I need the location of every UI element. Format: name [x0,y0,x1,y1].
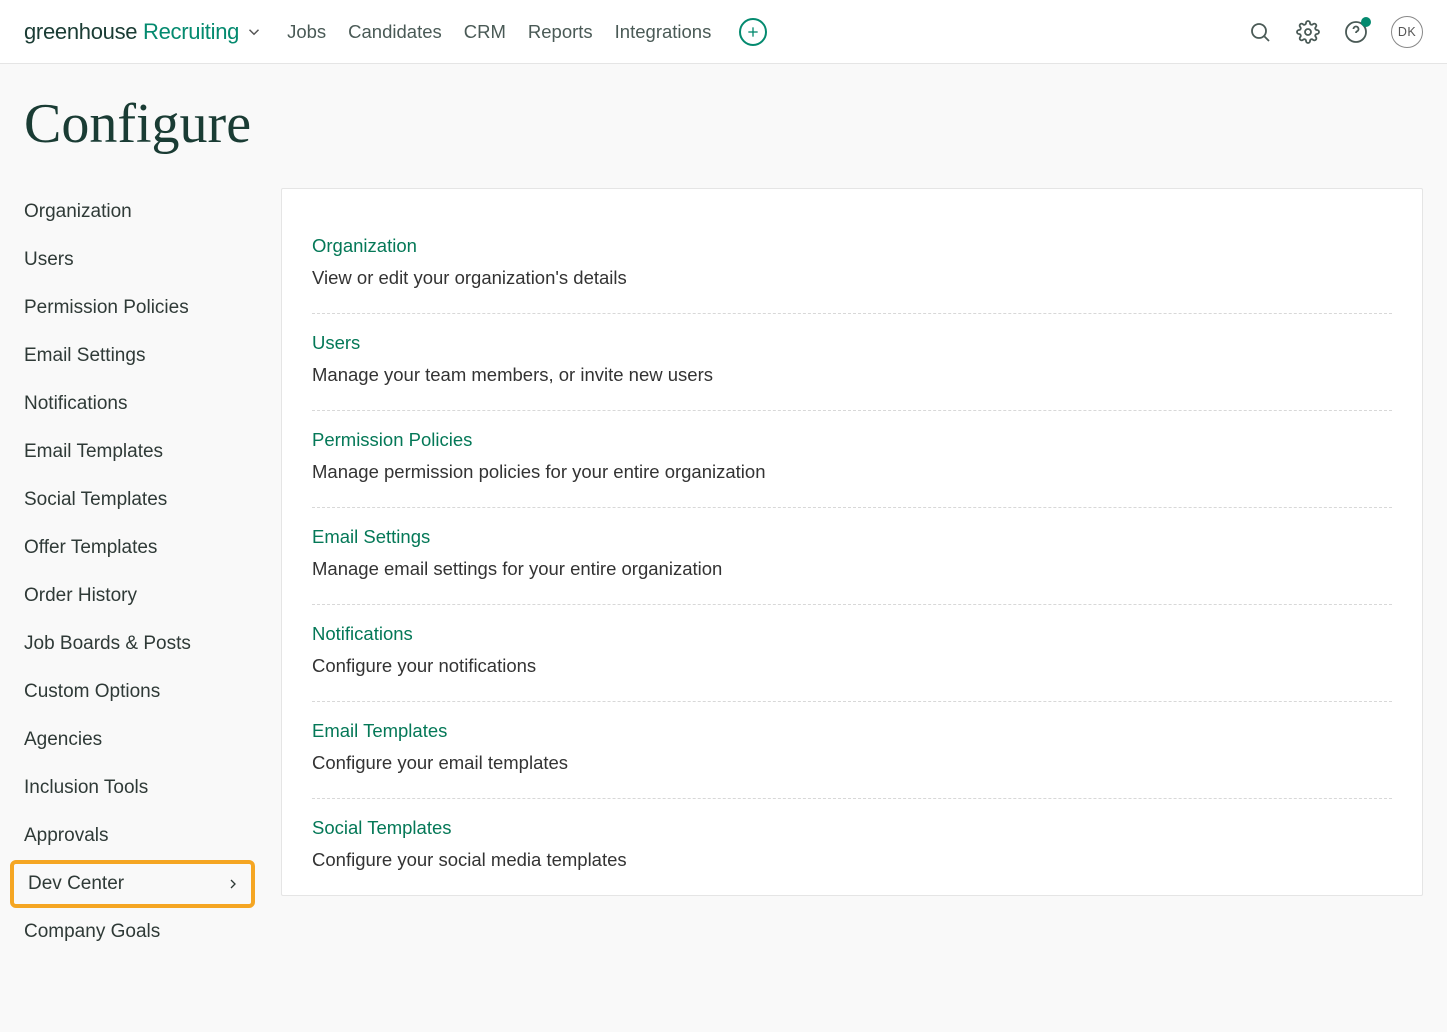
sidebar-item-label: Permission Policies [24,297,189,319]
sidebar-item-label: Social Templates [24,489,167,511]
sidebar-item-label: Company Goals [24,921,160,943]
sidebar-item-dev-center[interactable]: Dev Center [10,860,255,908]
config-row-desc: View or edit your organization's details [312,267,1392,289]
sidebar-item-label: Inclusion Tools [24,777,148,799]
notification-dot [1361,17,1371,27]
config-row-title[interactable]: Users [312,332,1392,354]
sidebar-item-offer-templates[interactable]: Offer Templates [24,524,249,572]
page-body: Configure Organization Users Permission Po… [0,64,1447,1016]
sidebar-item-notifications[interactable]: Notifications [24,380,249,428]
sidebar-item-job-boards-posts[interactable]: Job Boards & Posts [24,620,249,668]
sidebar-item-label: Approvals [24,825,109,847]
sidebar-item-label: Dev Center [28,873,124,895]
sidebar-item-label: Job Boards & Posts [24,633,191,655]
sidebar-item-label: Order History [24,585,137,607]
config-row-social-templates: Social Templates Configure your social me… [312,799,1392,895]
sidebar-item-label: Offer Templates [24,537,157,559]
config-row-title[interactable]: Permission Policies [312,429,1392,451]
sidebar-item-email-templates[interactable]: Email Templates [24,428,249,476]
config-row-desc: Configure your email templates [312,752,1392,774]
brand-switcher[interactable]: greenhouse Recruiting [24,19,263,45]
search-button[interactable] [1247,19,1273,45]
config-row-title[interactable]: Email Templates [312,720,1392,742]
top-nav: greenhouse Recruiting Jobs Candidates CR… [0,0,1447,64]
config-row-desc: Configure your social media templates [312,849,1392,871]
sidebar-item-order-history[interactable]: Order History [24,572,249,620]
config-row-permission-policies: Permission Policies Manage permission pol… [312,411,1392,508]
sidebar-item-label: Users [24,249,74,271]
sidebar: Organization Users Permission Policies Emai… [24,188,249,956]
nav-icons: DK [1247,16,1423,48]
config-row-email-settings: Email Settings Manage email settings for … [312,508,1392,605]
sidebar-item-email-settings[interactable]: Email Settings [24,332,249,380]
config-row-desc: Manage email settings for your entire or… [312,558,1392,580]
sidebar-item-label: Agencies [24,729,102,751]
page-title: Configure [24,92,1423,156]
nav-reports[interactable]: Reports [528,21,593,43]
sidebar-item-agencies[interactable]: Agencies [24,716,249,764]
gear-icon [1296,20,1320,44]
config-row-desc: Manage your team members, or invite new … [312,364,1392,386]
sidebar-item-organization[interactable]: Organization [24,188,249,236]
config-row-email-templates: Email Templates Configure your email temp… [312,702,1392,799]
sidebar-item-approvals[interactable]: Approvals [24,812,249,860]
config-row-organization: Organization View or edit your organizati… [312,217,1392,314]
config-row-desc: Manage permission policies for your enti… [312,461,1392,483]
sidebar-item-inclusion-tools[interactable]: Inclusion Tools [24,764,249,812]
nav-integrations[interactable]: Integrations [615,21,712,43]
sidebar-item-label: Email Templates [24,441,163,463]
plus-icon [745,24,761,40]
chevron-right-icon [225,876,241,892]
sidebar-item-company-goals[interactable]: Company Goals [24,908,249,956]
config-row-title[interactable]: Organization [312,235,1392,257]
brand-greenhouse: greenhouse [24,19,137,44]
avatar[interactable]: DK [1391,16,1423,48]
settings-button[interactable] [1295,19,1321,45]
sidebar-item-custom-options[interactable]: Custom Options [24,668,249,716]
layout: Organization Users Permission Policies Emai… [24,188,1423,956]
brand-logo: greenhouse Recruiting [24,19,239,45]
nav-links: Jobs Candidates CRM Reports Integrations [287,21,711,43]
config-row-notifications: Notifications Configure your notification… [312,605,1392,702]
chevron-down-icon [245,23,263,41]
sidebar-item-social-templates[interactable]: Social Templates [24,476,249,524]
config-row-users: Users Manage your team members, or invite… [312,314,1392,411]
sidebar-item-label: Email Settings [24,345,145,367]
add-button[interactable] [739,18,767,46]
sidebar-item-label: Custom Options [24,681,160,703]
config-row-title[interactable]: Social Templates [312,817,1392,839]
config-row-desc: Configure your notifications [312,655,1392,677]
sidebar-item-users[interactable]: Users [24,236,249,284]
config-row-title[interactable]: Notifications [312,623,1392,645]
sidebar-item-label: Organization [24,201,132,223]
sidebar-item-permission-policies[interactable]: Permission Policies [24,284,249,332]
search-icon [1248,20,1272,44]
sidebar-item-label: Notifications [24,393,128,415]
main-panel: Organization View or edit your organizati… [281,188,1423,896]
nav-crm[interactable]: CRM [464,21,506,43]
config-row-title[interactable]: Email Settings [312,526,1392,548]
brand-recruiting: Recruiting [137,19,239,44]
help-button[interactable] [1343,19,1369,45]
nav-jobs[interactable]: Jobs [287,21,326,43]
nav-candidates[interactable]: Candidates [348,21,442,43]
